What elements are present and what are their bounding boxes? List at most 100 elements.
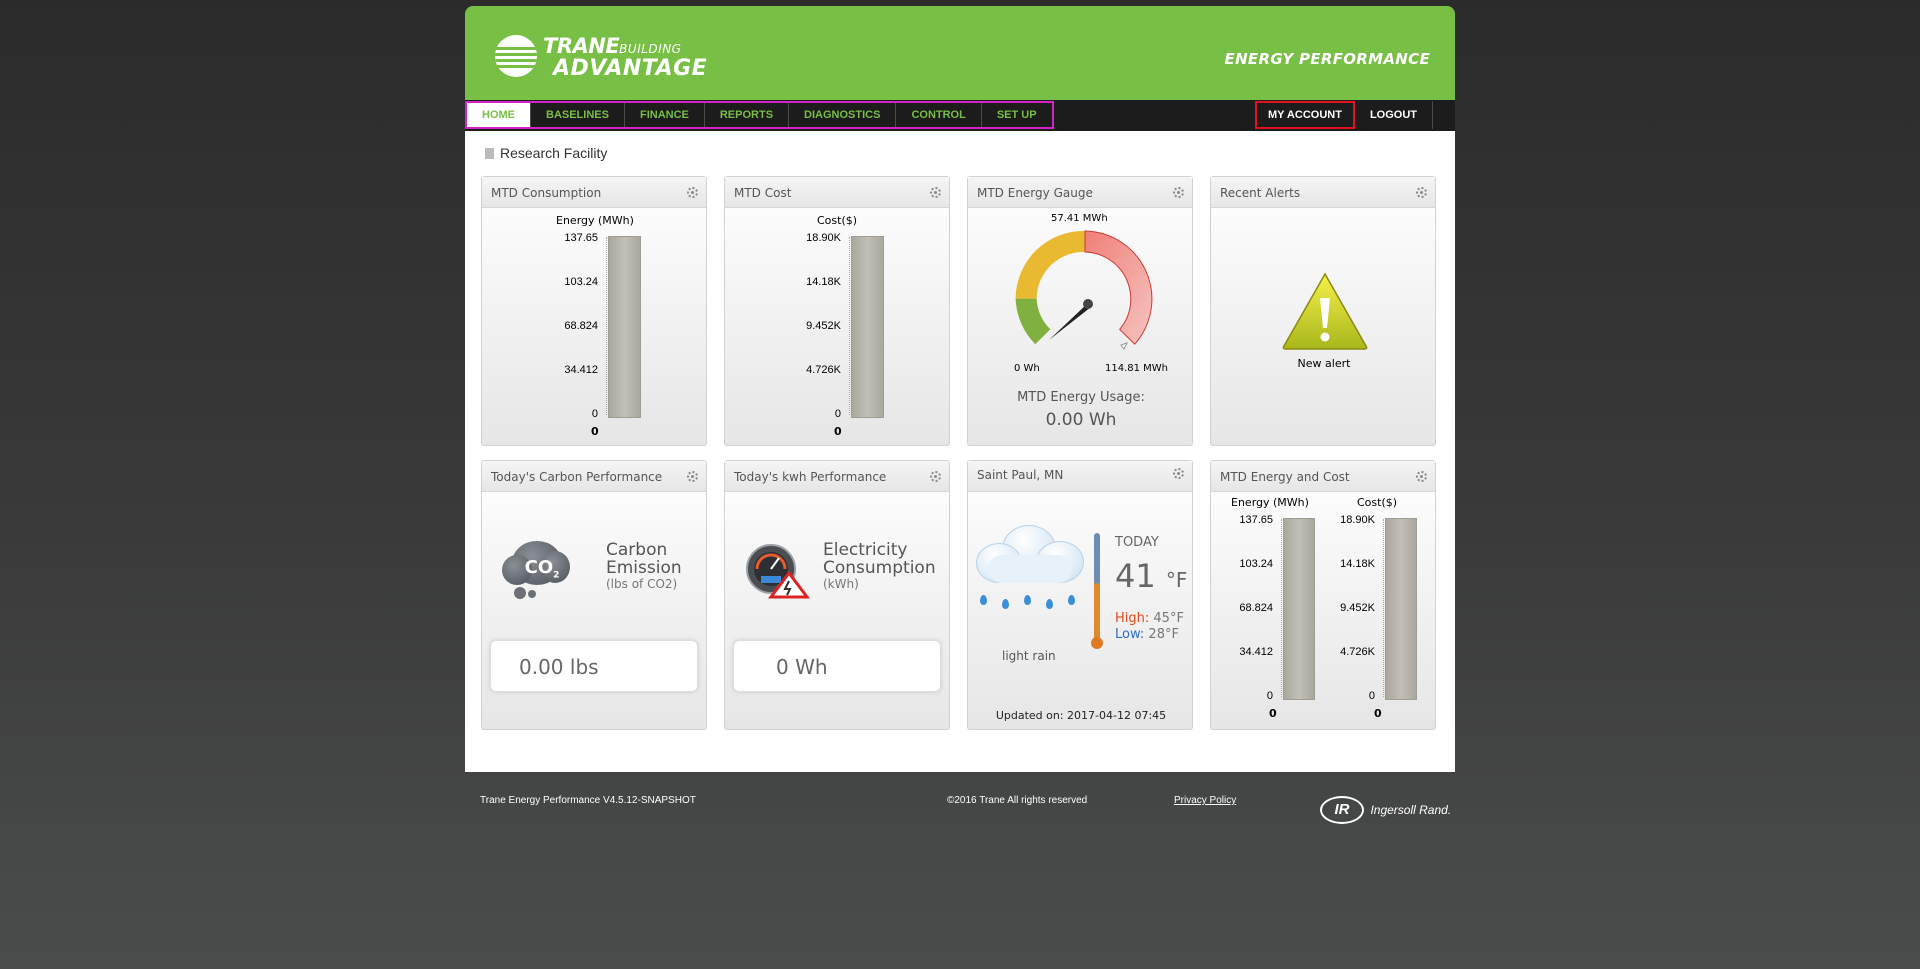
- gauge-needle: [1049, 303, 1091, 340]
- energy-bar: [1283, 518, 1315, 700]
- facility-name: Research Facility: [500, 145, 608, 161]
- energy-usage-label: MTD Energy Usage:: [1017, 390, 1145, 405]
- axis-label: Energy (MWh): [556, 214, 634, 227]
- header-title: ENERGY PERFORMANCE: [1224, 50, 1430, 68]
- logo-text-trane: TRANE: [543, 34, 620, 58]
- gear-icon[interactable]: [1173, 468, 1184, 479]
- widget-weather: Saint Paul, MN light rain TODAY 41 °F Hi…: [967, 460, 1193, 730]
- gear-icon[interactable]: [930, 187, 941, 198]
- carbon-value: 0.00 lbs: [490, 640, 698, 692]
- brand-name: Ingersoll Rand.: [1370, 803, 1452, 817]
- energy-y-axis: [1281, 519, 1282, 697]
- widget-title: Saint Paul, MN: [977, 468, 1064, 482]
- widget-header: MTD Energy Gauge: [968, 177, 1192, 208]
- axis-tick-label: 0: [1368, 690, 1375, 702]
- cost-axis-label: Cost($): [1357, 496, 1398, 509]
- nav-left: HOME BASELINES FINANCE REPORTS DIAGNOSTICS CO…: [465, 101, 1054, 129]
- weather-temp: 41: [1115, 557, 1156, 595]
- widget-carbon-performance: Today's Carbon Performance CO2 Carbon Em…: [481, 460, 707, 730]
- axis-tick-label: 68.824: [564, 320, 598, 332]
- nav-item-home[interactable]: HOME: [467, 103, 531, 127]
- axis-tick-label: 0: [591, 408, 598, 420]
- logout-link[interactable]: LOGOUT: [1355, 101, 1433, 129]
- weather-high-label: High:: [1115, 611, 1150, 626]
- alert-text[interactable]: New alert: [1211, 357, 1437, 370]
- kwh-label: Electricity Consumption (kWh): [823, 541, 936, 591]
- co2-text: CO: [524, 557, 554, 578]
- nav-item-reports[interactable]: REPORTS: [705, 103, 790, 127]
- main-nav: HOME BASELINES FINANCE REPORTS DIAGNOSTICS CO…: [465, 100, 1455, 131]
- gear-icon[interactable]: [1416, 187, 1427, 198]
- widget-kwh-performance: Today's kwh Performance Electricity Cons…: [724, 460, 950, 730]
- widget-title: MTD Cost: [734, 186, 792, 200]
- nav-item-baselines[interactable]: BASELINES: [531, 103, 625, 127]
- weather-unit: °F: [1165, 568, 1188, 592]
- widget-header: MTD Cost: [725, 177, 949, 208]
- energy-gauge: [1015, 230, 1153, 350]
- facility-title: Research Facility: [485, 145, 607, 161]
- widget-header: Recent Alerts: [1211, 177, 1435, 208]
- widget-mtd-energy-gauge: MTD Energy Gauge 57.41 MWh 0 Wh 114.81 M…: [967, 176, 1193, 446]
- nav-item-set-up[interactable]: SET UP: [982, 103, 1052, 127]
- footer-copyright: ©2016 Trane All rights reserved: [947, 795, 1088, 806]
- privacy-policy-link[interactable]: Privacy Policy: [1174, 795, 1236, 806]
- gauge-green-segment: [1015, 298, 1051, 345]
- label-line1: Carbon: [606, 540, 668, 560]
- trane-logo[interactable]: TRANEBUILDING ADVANTAGE: [495, 28, 735, 88]
- label-unit: (lbs of CO2): [606, 577, 678, 591]
- axis-tick-label: 34.412: [1239, 646, 1273, 658]
- axis-tick-label: 137.65: [564, 232, 598, 244]
- axis-tick-label: 4.726K: [1340, 646, 1375, 658]
- energy-axis-label: Energy (MWh): [1231, 496, 1309, 509]
- widget-title: MTD Energy and Cost: [1220, 470, 1350, 484]
- gauge-min-label: 0 Wh: [1014, 363, 1040, 374]
- trane-logo-icon: [495, 35, 537, 77]
- warning-icon[interactable]: [1280, 270, 1370, 350]
- gauge-marker: [1120, 342, 1128, 350]
- gear-icon[interactable]: [1173, 187, 1184, 198]
- gear-icon[interactable]: [687, 187, 698, 198]
- header: TRANEBUILDING ADVANTAGE ENERGY PERFORMAN…: [465, 6, 1455, 100]
- my-account-link[interactable]: MY ACCOUNT: [1254, 101, 1355, 129]
- consumption-bar: [608, 236, 641, 418]
- weather-condition: light rain: [1002, 649, 1056, 663]
- widget-recent-alerts: Recent Alerts New alert: [1210, 176, 1436, 446]
- weather-low-label: Low:: [1115, 627, 1145, 642]
- axis-tick-label: 68.824: [1239, 602, 1273, 614]
- label-line2: Emission: [606, 558, 682, 578]
- nav-right: MY ACCOUNT LOGOUT: [1254, 101, 1455, 129]
- energy-usage-value: 0.00 Wh: [1045, 410, 1117, 430]
- widget-header: Today's Carbon Performance: [482, 461, 706, 492]
- axis-tick-label: 137.65: [1239, 514, 1273, 526]
- nav-item-control[interactable]: CONTROL: [896, 103, 982, 127]
- gear-icon[interactable]: [930, 471, 941, 482]
- widget-header: Today's kwh Performance: [725, 461, 949, 492]
- document-icon: [485, 148, 494, 159]
- gauge-max-label: 114.81 MWh: [1105, 363, 1169, 374]
- gear-icon[interactable]: [687, 471, 698, 482]
- gear-icon[interactable]: [1416, 471, 1427, 482]
- nav-item-diagnostics[interactable]: DIAGNOSTICS: [789, 103, 897, 127]
- cost-bar-value: 0: [1374, 707, 1382, 720]
- bar-value: 0: [834, 425, 842, 438]
- ingersoll-rand-logo[interactable]: IR Ingersoll Rand.: [1320, 796, 1451, 824]
- widget-header: Saint Paul, MN: [968, 461, 1192, 492]
- carbon-label: Carbon Emission (lbs of CO2): [606, 541, 682, 591]
- footer-version: Trane Energy Performance V4.5.12-SNAPSHO…: [480, 795, 696, 806]
- axis-tick-label: 14.18K: [806, 276, 841, 288]
- weather-high: 45°F: [1153, 611, 1184, 626]
- nav-item-finance[interactable]: FINANCE: [625, 103, 705, 127]
- axis-tick-label: 14.18K: [1340, 558, 1375, 570]
- axis-tick-label: 0: [834, 408, 841, 420]
- app-frame: TRANEBUILDING ADVANTAGE ENERGY PERFORMAN…: [465, 6, 1455, 772]
- axis-tick-label: 34.412: [564, 364, 598, 376]
- weather-updated: Updated on: 2017-04-12 07:45: [995, 709, 1167, 722]
- axis-tick-label: 103.24: [564, 276, 598, 288]
- bar-value: 0: [591, 425, 599, 438]
- axis-tick-label: 9.452K: [806, 320, 841, 332]
- widget-header: MTD Energy and Cost: [1211, 461, 1435, 492]
- axis-tick-label: 0: [1266, 690, 1273, 702]
- axis-tick-label: 18.90K: [1340, 514, 1375, 526]
- gauge-red-segment: [1084, 230, 1153, 345]
- logo-text-advantage: ADVANTAGE: [553, 56, 708, 81]
